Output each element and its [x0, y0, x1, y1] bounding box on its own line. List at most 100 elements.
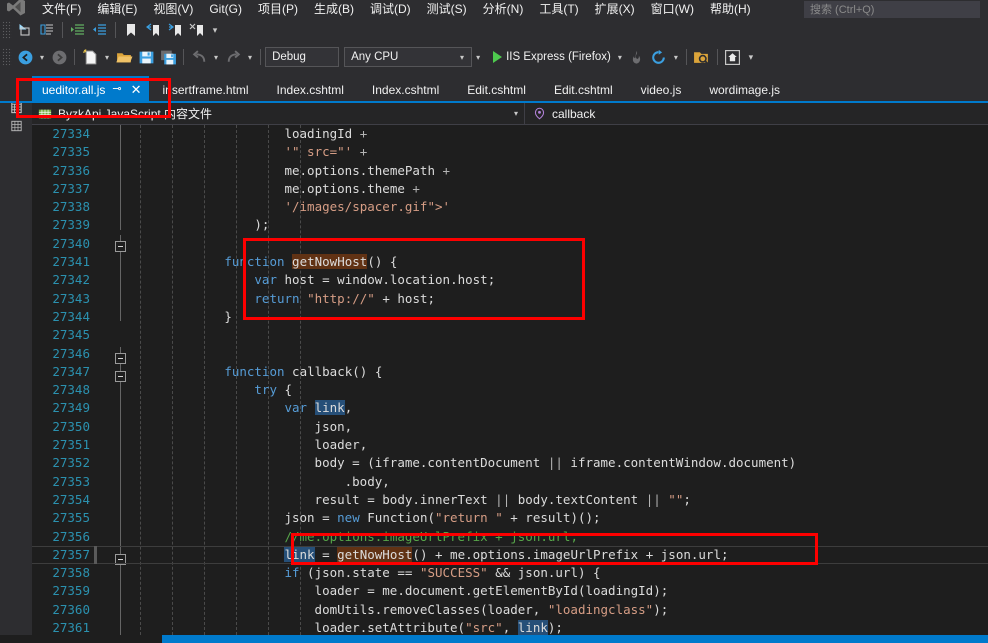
code-line[interactable]: 27339);	[32, 216, 988, 234]
code-line[interactable]: 27337 me.options.theme +	[32, 180, 988, 198]
save-icon[interactable]	[135, 46, 157, 68]
pin-tab-icon[interactable]: ⊸	[112, 84, 121, 95]
code-token: link	[284, 546, 315, 562]
menu-extensions[interactable]: 扩展(X)	[587, 1, 643, 18]
tab-edit-cshtml-1[interactable]: Edit.cshtml	[453, 76, 540, 103]
quick-search-box[interactable]: 搜索 (Ctrl+Q)	[804, 1, 980, 18]
code-line[interactable]: 27356 //me.options.imageUrlPrefix + json.…	[32, 528, 988, 546]
new-file-icon[interactable]	[79, 46, 101, 68]
menu-git[interactable]: Git(G)	[201, 1, 250, 18]
navbar-member-dropdown[interactable]: callback	[525, 103, 965, 125]
code-line[interactable]: 27343 return "http://" + host;	[32, 290, 988, 308]
tab-index-cshtml-2[interactable]: Index.cshtml	[358, 76, 453, 103]
start-debug-dropdown-icon[interactable]: ▾	[614, 53, 626, 62]
open-folder-icon[interactable]	[113, 46, 135, 68]
solution-platform-dropdown[interactable]: Any CPU ▾	[344, 47, 473, 67]
code-line[interactable]: 27341 function getNowHost() {	[32, 253, 988, 271]
tab-insertframe-html[interactable]: insertframe.html	[149, 76, 263, 103]
select-browser-icon[interactable]	[691, 46, 713, 68]
tab-ueditor-all-js[interactable]: ueditor.all.js ⊸ ✕	[32, 76, 149, 103]
navigate-backward-icon[interactable]	[14, 19, 36, 41]
navigate-back-dropdown-icon[interactable]: ▾	[36, 53, 48, 62]
code-line[interactable]: 27358 if (json.state == "SUCCESS" && json…	[32, 564, 988, 582]
close-tab-icon[interactable]: ✕	[128, 83, 145, 96]
tab-video-js[interactable]: video.js	[627, 76, 696, 103]
code-line[interactable]: 27359 loader = me.document.getElementById…	[32, 582, 988, 600]
code-text: loader = me.document.getElementById(load…	[315, 582, 669, 600]
tab-edit-cshtml-2[interactable]: Edit.cshtml	[540, 76, 627, 103]
menu-analyze[interactable]: 分析(N)	[475, 1, 532, 18]
toolbar-separator	[62, 22, 63, 38]
code-line[interactable]: 27338 '/images/spacer.gif">'	[32, 198, 988, 216]
code-editor[interactable]: 27334 loadingId +27335 '" src="' +27336 me.…	[32, 125, 988, 635]
menu-tools[interactable]: 工具(T)	[531, 1, 586, 18]
menu-window[interactable]: 窗口(W)	[643, 1, 702, 18]
code-line[interactable]: 27344}	[32, 308, 988, 326]
menu-debug[interactable]: 调试(D)	[362, 1, 419, 18]
redo-icon[interactable]	[222, 46, 244, 68]
line-number: 27347	[52, 363, 90, 379]
next-bookmark-icon[interactable]	[164, 19, 186, 41]
code-line[interactable]: 27355 json = new Function("return " + res…	[32, 509, 988, 527]
menu-project[interactable]: 项目(P)	[250, 1, 306, 18]
start-debug-button[interactable]: IIS Express (Firefox)	[484, 46, 614, 68]
navbar-project-dropdown[interactable]: ByzkApi JavaScript 内容文件 ▾	[32, 103, 524, 125]
tab-index-cshtml-1[interactable]: Index.cshtml	[263, 76, 358, 103]
code-line[interactable]: 27340	[32, 235, 988, 253]
code-line[interactable]: 27348 try {	[32, 381, 988, 399]
menu-edit[interactable]: 编辑(E)	[89, 1, 145, 18]
code-text: var link,	[284, 399, 352, 417]
status-bar	[0, 635, 988, 643]
line-number: 27343	[52, 290, 90, 306]
code-line[interactable]: 27350 json,	[32, 418, 988, 436]
code-line[interactable]: 27360 domUtils.removeClasses(loader, "loa…	[32, 601, 988, 619]
code-line[interactable]: 27361 loader.setAttribute("src", link);	[32, 619, 988, 635]
code-line[interactable]: 27336 me.options.themePath +	[32, 162, 988, 180]
undo-icon[interactable]	[188, 46, 210, 68]
navigate-back-icon[interactable]	[14, 46, 36, 68]
menu-test[interactable]: 测试(S)	[419, 1, 475, 18]
refresh-dropdown-icon[interactable]: ▾	[670, 53, 682, 62]
menu-file[interactable]: 文件(F)	[34, 1, 89, 18]
code-line[interactable]: 27351 loader,	[32, 436, 988, 454]
platform-extra-dropdown-icon[interactable]: ▾	[472, 53, 484, 62]
code-token: loader = me.document.getElementById(load…	[314, 583, 669, 599]
hot-reload-icon[interactable]	[626, 46, 648, 68]
comment-selection-icon[interactable]	[36, 19, 58, 41]
tab-wordimage-js[interactable]: wordimage.js	[695, 76, 794, 103]
toggle-bookmark-icon[interactable]	[120, 19, 142, 41]
refresh-icon[interactable]	[648, 46, 670, 68]
standard-toolbar-overflow-button[interactable]: ▾	[744, 46, 758, 68]
code-line[interactable]: 27357 link = getNowHost() + me.options.im…	[32, 545, 988, 565]
decrease-indent-icon[interactable]	[89, 19, 111, 41]
code-line[interactable]: 27346	[32, 345, 988, 363]
code-line[interactable]: 27345	[32, 326, 988, 344]
live-preview-icon[interactable]	[722, 46, 744, 68]
data-sources-icon[interactable]	[9, 118, 25, 136]
code-line[interactable]: 27354 result = body.innerText || body.tex…	[32, 491, 988, 509]
code-line[interactable]: 27334 loadingId +	[32, 125, 988, 143]
increase-indent-icon[interactable]	[67, 19, 89, 41]
toolbar-overflow-button[interactable]: ▾	[208, 19, 222, 41]
code-line[interactable]: 27352 body = (iframe.contentDocument || i…	[32, 454, 988, 472]
toolbar-grip-handle[interactable]	[2, 21, 12, 39]
save-all-icon[interactable]	[157, 46, 179, 68]
menu-view[interactable]: 视图(V)	[145, 1, 201, 18]
navigate-forward-icon[interactable]	[48, 46, 70, 68]
chevron-down-icon-project[interactable]: ▾	[514, 109, 518, 118]
toolbar-grip-handle-2[interactable]	[2, 48, 12, 66]
tab-label: wordimage.js	[709, 82, 781, 97]
new-file-dropdown-icon[interactable]: ▾	[101, 53, 113, 62]
code-line[interactable]: 27342 var host = window.location.host;	[32, 271, 988, 289]
code-line[interactable]: 27335 '" src="' +	[32, 143, 988, 161]
solution-configuration-dropdown[interactable]: Debug	[265, 47, 340, 67]
menu-help[interactable]: 帮助(H)	[702, 1, 759, 18]
clear-bookmarks-icon[interactable]	[186, 19, 208, 41]
previous-bookmark-icon[interactable]	[142, 19, 164, 41]
code-line[interactable]: 27349 var link,	[32, 399, 988, 417]
undo-dropdown-icon[interactable]: ▾	[210, 53, 222, 62]
code-line[interactable]: 27353 .body,	[32, 473, 988, 491]
code-line[interactable]: 27347 function callback() {	[32, 363, 988, 381]
menu-build[interactable]: 生成(B)	[306, 1, 362, 18]
redo-dropdown-icon[interactable]: ▾	[244, 53, 256, 62]
